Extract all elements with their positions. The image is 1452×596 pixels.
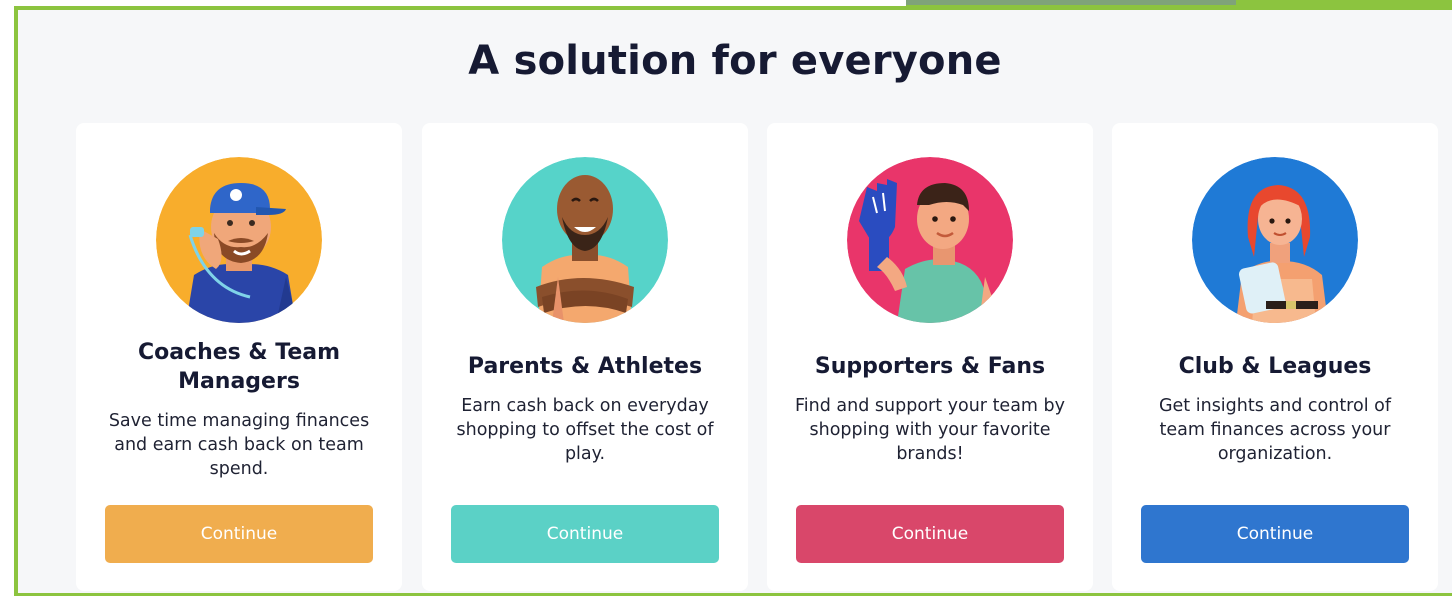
continue-button-supporters[interactable]: Continue xyxy=(796,505,1064,563)
card-description: Save time managing finances and earn cas… xyxy=(108,411,370,479)
solutions-section: A solution for everyone Coaches & Team M… xyxy=(14,6,1452,596)
section-heading: A solution for everyone xyxy=(468,38,1002,84)
continue-button-coaches[interactable]: Continue xyxy=(105,505,373,563)
card-description: Find and support your team by shopping w… xyxy=(795,396,1065,464)
card-club-leagues: Club & Leagues Get insights and control … xyxy=(1112,123,1438,591)
card-title: Club & Leagues xyxy=(1178,354,1372,379)
card-title: Supporters & Fans xyxy=(814,354,1046,379)
card-description: Earn cash back on everyday shopping to o… xyxy=(456,396,714,464)
card-title: Parents & Athletes xyxy=(467,354,703,379)
athlete-avatar-icon xyxy=(502,157,668,323)
card-title: Coaches & Team Managers xyxy=(137,340,341,394)
continue-button-clubs[interactable]: Continue xyxy=(1141,505,1409,563)
coach-avatar-icon xyxy=(156,157,322,323)
fan-avatar-icon xyxy=(847,157,1013,323)
card-supporters-fans: Supporters & Fans Find and support your … xyxy=(767,123,1093,591)
league-avatar-icon xyxy=(1192,157,1358,323)
continue-button-parents[interactable]: Continue xyxy=(451,505,719,563)
card-parents-athletes: Parents & Athletes Earn cash back on eve… xyxy=(422,123,748,591)
card-coaches: Coaches & Team Managers Save time managi… xyxy=(76,123,402,591)
card-description: Get insights and control of team finance… xyxy=(1158,396,1391,464)
